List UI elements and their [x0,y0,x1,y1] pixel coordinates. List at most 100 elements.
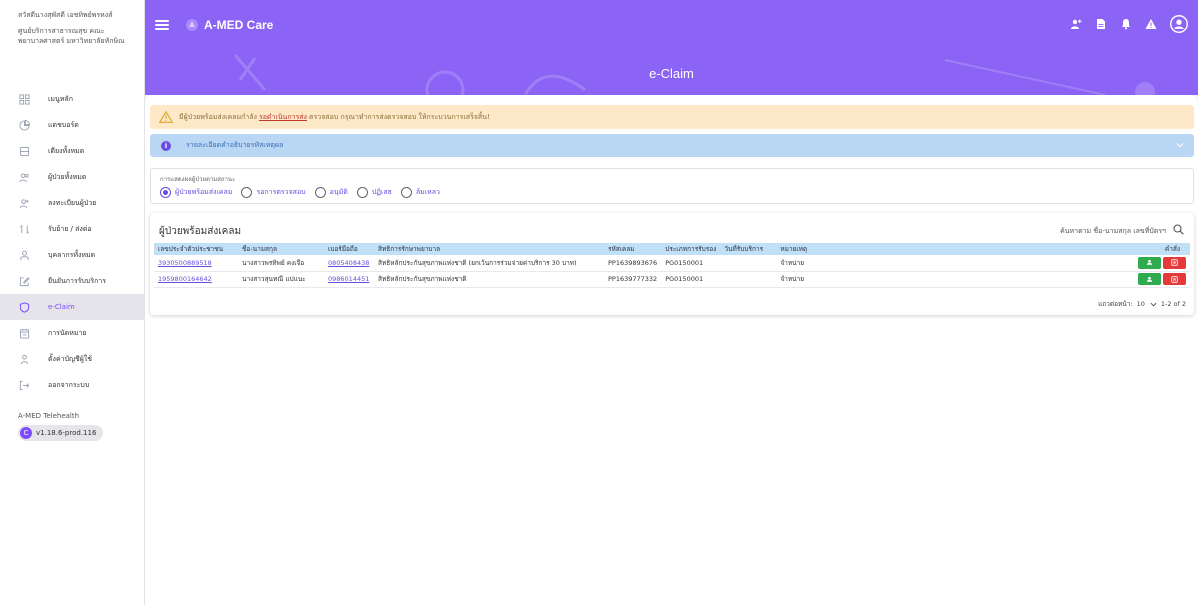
radio-label: ล้มเหลว [415,188,440,196]
rows-per-page-select[interactable]: 10 [1137,300,1157,308]
warning-text-before: มีผู้ป่วยพร้อมส่งเคลมกำลัง [179,112,257,121]
app-logo-icon [185,18,199,32]
sidebar-item-label: e-Claim [48,303,75,311]
send-claim-button[interactable] [1138,273,1161,285]
rows-per-page-label: แถวต่อหน้า: [1098,300,1133,308]
users-icon [18,171,30,183]
radio-failed[interactable]: ล้มเหลว [400,187,440,198]
sidebar-item-label: เตียงทั้งหมด [48,146,85,155]
pending-send-link[interactable]: รอดำเนินการส่ง [259,112,307,123]
service-date [720,255,776,271]
sidebar-item-label: ผู้ป่วยทั้งหมด [48,172,87,181]
radio-rejected[interactable]: ปฏิเสธ [356,187,392,198]
reason-code-info-panel[interactable]: i รายละเอียดคำอธิบายรหัสเหตุผล [150,134,1194,157]
bed-icon [18,145,30,157]
radio-label: รอการตรวจสอบ [256,188,306,196]
sidebar-item-register-patient[interactable]: ลงทะเบียนผู้ป่วย [0,190,144,216]
table-title: ผู้ป่วยพร้อมส่งเคลม [159,226,242,237]
grid-icon [18,93,30,105]
radio-approved[interactable]: อนุมัติ [314,187,348,198]
send-icon [1146,276,1153,282]
table-row: 3930500889518 นางสาวพรทิพย์ คงเจือ 08054… [154,255,1190,271]
sidebar-item-appointments[interactable]: การนัดหมาย [0,320,144,346]
status-filter: การแสดงผลผู้ป่วยตามสถานะ ผู้ป่วยพร้อมส่ง… [150,168,1194,204]
sidebar-footer: A-MED Telehealth C v1.18.6-prod.116 [0,412,144,441]
calendar-icon [18,327,30,339]
sidebar-item-transfer[interactable]: รับย้าย / ส่งต่อ [0,216,144,242]
search-icon[interactable] [1173,224,1184,235]
sidebar-item-e-claim[interactable]: e-Claim [0,294,144,320]
sidebar-item-staff[interactable]: บุคลากรทั้งหมด [0,242,144,268]
org-name-line1: ศูนย์บริการสาธารณสุข คณะ [18,27,105,35]
document-icon[interactable] [1095,18,1107,30]
column-header[interactable]: เบอร์มือถือ [324,243,374,255]
sidebar-item-label: เมนูหลัก [48,94,73,103]
transfer-icon [18,223,30,235]
column-header[interactable]: รหัสเคลม [604,243,661,255]
avatar-icon[interactable] [1170,15,1188,33]
sidebar-item-label: ตั้งค่าบัญชีผู้ใช้ [48,354,93,363]
column-header[interactable]: วันที่รับบริการ [720,243,776,255]
shield-icon [18,301,30,313]
staff-icon [18,249,30,261]
radio-label: ปฏิเสธ [371,188,392,196]
sidebar-item-beds[interactable]: เตียงทั้งหมด [0,138,144,164]
column-header[interactable]: หมายเหตุ [776,243,934,255]
note: จำหน่าย [780,258,805,267]
column-header[interactable]: เลขประจำตัวประชาชน [154,243,238,255]
column-header[interactable]: ชื่อ-นามสกุล [238,243,324,255]
version-icon: C [20,427,32,439]
page-range: 1-2 of 2 [1160,300,1186,308]
send-claim-button[interactable] [1138,256,1161,269]
greeting-text: สวัสดีนางสุพัสดี เอชทิพย์พรหงส์ [18,11,113,19]
chevron-down-icon [1150,302,1157,306]
claim-code: PP1639777332 [608,275,658,283]
org-info: สวัสดีนางสุพัสดี เอชทิพย์พรหงส์ ศูนย์บริ… [0,0,144,46]
phone-link[interactable]: 0805408438 [328,259,369,267]
citizen-id-link[interactable]: 3930500889518 [158,259,212,267]
page-banner: e-Claim [145,50,1198,95]
hamburger-menu-icon[interactable] [155,20,169,30]
sidebar-item-label: แดชบอร์ด [48,120,79,129]
column-header[interactable]: ประเภทการรับรอง [661,243,720,255]
sidebar-item-label: การนัดหมาย [48,328,87,337]
citizen-id-link[interactable]: 1959800164642 [158,275,212,283]
sidebar-item-logout[interactable]: ออกจากระบบ [0,372,144,398]
delete-button[interactable] [1163,273,1186,285]
warning-icon[interactable] [1145,18,1157,30]
pending-claim-warning: มีผู้ป่วยพร้อมส่งเคลมกำลัง รอดำเนินการส่… [150,105,1194,129]
filter-label: การแสดงผลผู้ป่วยตามสถานะ [160,176,236,183]
patient-name: นางสาวสุนทณี แปแนะ [242,275,306,283]
radio-dot [400,187,412,198]
bell-icon[interactable] [1120,18,1132,30]
claims-table: เลขประจำตัวประชาชน ชื่อ-นามสกุล เบอร์มือ… [154,243,1190,288]
chevron-down-icon[interactable] [1176,141,1184,149]
sidebar-item-label: บุคลากรทั้งหมด [48,250,96,259]
radio-ready-to-claim[interactable]: ผู้ป่วยพร้อมส่งเคลม [160,187,232,198]
search-input[interactable]: ค้นหาตาม ชื่อ-นามสกุล เลขที่บัตรฯ [1060,226,1166,237]
sidebar-item-label: ออกจากระบบ [48,380,90,389]
sidebar-item-patients[interactable]: ผู้ป่วยทั้งหมด [0,164,144,190]
sidebar-item-label: รับย้าย / ส่งต่อ [48,224,92,233]
sidebar-item-label: ยืนยันการรับบริการ [48,276,107,285]
pagination: แถวต่อหน้า: 10 1-2 of 2 [1098,299,1186,309]
sidebar-item-account-settings[interactable]: ตั้งค่าบัญชีผู้ใช้ [0,346,144,372]
sidebar-item-confirm-service[interactable]: ยืนยันการรับบริการ [0,268,144,294]
sidebar-item-main-menu[interactable]: เมนูหลัก [0,86,144,112]
sidebar: สวัสดีนางสุพัสดี เอชทิพย์พรหงส์ ศูนย์บริ… [0,0,145,605]
top-bar-actions [1070,15,1188,33]
phone-link[interactable]: 0986014451 [328,275,369,283]
note: จำหน่าย [780,275,805,283]
delete-button[interactable] [1163,256,1186,269]
sidebar-item-dashboard[interactable]: แดชบอร์ด [0,112,144,138]
warning-triangle-icon [158,110,174,123]
column-header[interactable]: สิทธิการรักษาพยาบาล [374,243,604,255]
column-header[interactable]: คำสั่ง [935,243,1190,255]
user-add-icon[interactable] [1070,18,1082,30]
radio-pending-review[interactable]: รอการตรวจสอบ [241,187,306,198]
version-badge: C v1.18.6-prod.116 [18,425,104,441]
top-bar: A-MED Care [145,0,1198,50]
radio-dot [241,187,253,198]
claims-table-card: ผู้ป่วยพร้อมส่งเคลม ค้นหาตาม ชื่อ-นามสกุ… [150,213,1194,315]
rows-per-page-value: 10 [1136,300,1145,308]
